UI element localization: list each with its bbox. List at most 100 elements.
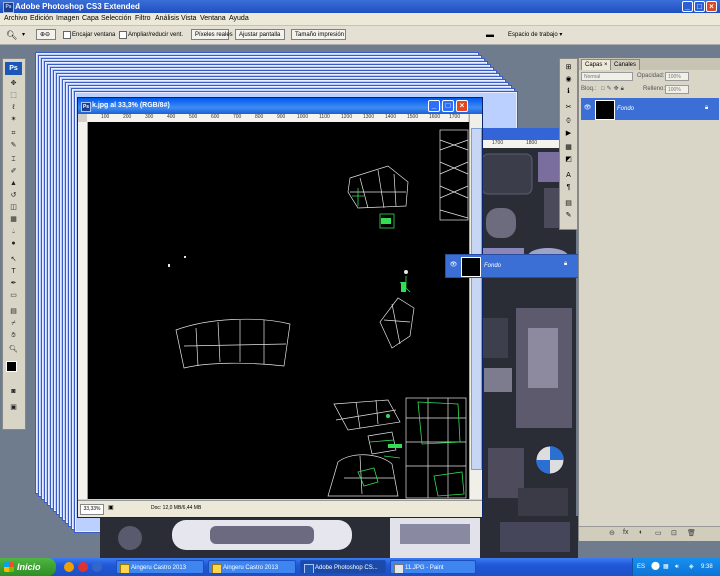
actions-icon[interactable]: ▶ [563, 129, 574, 139]
document-vertical-scrollbar[interactable] [469, 114, 482, 499]
security-icon[interactable]: ◈ [689, 561, 694, 573]
taskbar-item-folder-1[interactable]: Aingeru Castro 2013 [116, 560, 204, 574]
brush-tool-icon[interactable]: ✐ [8, 167, 19, 176]
vertical-ruler[interactable] [78, 122, 88, 499]
menu-analisis[interactable]: Análisis [155, 13, 179, 25]
screen-mode-icon[interactable]: ▣ [8, 403, 19, 412]
foreground-color-swatch[interactable] [6, 361, 17, 372]
layer-row-fondo[interactable]: 👁︎ Fondo 🔒︎ [581, 98, 719, 120]
new-group-icon[interactable]: ▭ [655, 529, 662, 537]
document-maximize-button[interactable]: □ [442, 100, 454, 112]
minimize-button[interactable]: _ [682, 1, 693, 12]
swatches-icon[interactable]: ▦ [563, 143, 574, 153]
maximize-button[interactable]: □ [694, 1, 705, 12]
close-button[interactable]: × [706, 1, 717, 12]
layer-comps-icon[interactable]: ▤ [563, 199, 574, 209]
antivirus-icon[interactable]: ⬤ [651, 560, 660, 572]
dragged-layer-preview[interactable]: 👁︎ Fondo 🔒︎ [445, 254, 579, 278]
tools-preset-icon[interactable]: ✂ [563, 103, 574, 113]
delete-layer-icon[interactable]: 🗑 [687, 529, 696, 537]
menu-capa[interactable]: Capa [82, 13, 99, 25]
fill-field[interactable]: 100% [665, 85, 689, 94]
document-canvas[interactable] [88, 122, 469, 499]
document-size-info[interactable]: Doc: 12,0 MB/6,44 MB [151, 504, 201, 513]
app-title-bar[interactable]: Ps Adobe Photoshop CS3 Extended _ □ × [0, 0, 720, 13]
document-close-button[interactable]: × [456, 100, 468, 112]
print-size-button[interactable]: Tamaño impresión [291, 29, 346, 40]
zoom-level-field[interactable]: 33,33% [80, 504, 104, 515]
eye-icon[interactable]: 👁︎ [583, 104, 592, 113]
navigator-icon[interactable]: ⊞ [563, 63, 574, 73]
notes-tool-icon[interactable]: ▤ [8, 307, 19, 316]
zoom-in-out-icons[interactable]: ⊕⊖ [36, 29, 56, 40]
start-button[interactable]: Inicio [0, 558, 56, 576]
magic-wand-tool-icon[interactable]: ✶ [8, 115, 19, 124]
gradient-tool-icon[interactable]: ▦ [8, 215, 19, 224]
zoom-tool-icon[interactable]: 🔍︎ [6, 29, 17, 41]
quicklaunch-opera-icon[interactable] [78, 562, 88, 572]
menu-edicion[interactable]: Edición [30, 13, 53, 25]
volume-icon[interactable]: 🔊︎ [675, 561, 679, 573]
network-icon[interactable]: ▦ [663, 561, 669, 573]
clock[interactable]: 9:38 [701, 561, 713, 573]
fit-window-checkbox[interactable] [63, 31, 71, 39]
history-icon[interactable]: ⌚︎ [563, 117, 574, 127]
stamp-tool-icon[interactable]: ▲ [8, 179, 19, 188]
blend-mode-select[interactable]: Normal [581, 72, 633, 81]
menu-ventana[interactable]: Ventana [200, 13, 226, 25]
quicklaunch-browser-icon[interactable] [64, 562, 74, 572]
menu-archivo[interactable]: Archivo [4, 13, 27, 25]
menu-vista[interactable]: Vista [181, 13, 196, 25]
shape-tool-icon[interactable]: ▭ [8, 291, 19, 300]
paragraph-icon[interactable]: ¶ [563, 183, 574, 193]
eye-icon[interactable]: 👁︎ [449, 261, 458, 270]
layer-style-icon[interactable]: fx [623, 529, 628, 536]
crop-tool-icon[interactable]: ⌗ [8, 129, 19, 138]
path-selection-tool-icon[interactable]: ↖ [8, 255, 19, 264]
eyedropper-icon[interactable]: ⌿ [8, 319, 19, 328]
dodge-tool-icon[interactable]: ● [8, 239, 19, 248]
healing-brush-tool-icon[interactable]: ⌶ [8, 155, 19, 164]
menu-seleccion[interactable]: Selección [101, 13, 131, 25]
status-menu-icon[interactable]: ▣ [108, 504, 114, 511]
fit-screen-button[interactable]: Ajustar pantalla [235, 29, 285, 40]
workspace-icon[interactable]: ▬ [486, 29, 494, 41]
quick-mask-icon[interactable]: ◙ [8, 387, 19, 396]
brushes-icon[interactable]: ✎ [563, 211, 574, 221]
document-title-bar[interactable]: Ps k.jpg al 33,3% (RGB/8#) _ □ × [78, 98, 482, 114]
document-minimize-button[interactable]: _ [428, 100, 440, 112]
character-icon[interactable]: A [563, 171, 574, 181]
taskbar-item-folder-2[interactable]: Aingeru Castro 2013 [208, 560, 296, 574]
adjustment-layer-icon[interactable]: ◐ [639, 529, 643, 536]
menu-imagen[interactable]: Imagen [56, 13, 79, 25]
move-tool-icon[interactable]: ✥ [8, 79, 19, 88]
tab-channels[interactable]: Canales [610, 59, 641, 70]
type-tool-icon[interactable]: T [8, 267, 19, 276]
blur-tool-icon[interactable]: 💧︎ [8, 227, 19, 236]
scrollbar-thumb[interactable] [471, 128, 482, 470]
tab-layers[interactable]: Capas × [581, 59, 612, 70]
menu-ayuda[interactable]: Ayuda [229, 13, 249, 25]
history-brush-tool-icon[interactable]: ↺ [8, 191, 19, 200]
lock-options-icons[interactable]: □✎✥🔒︎ [601, 84, 626, 95]
zoom-tool-icon[interactable]: 🔍︎ [8, 345, 19, 354]
menu-filtro[interactable]: Filtro [135, 13, 151, 25]
resize-window-checkbox[interactable] [119, 31, 127, 39]
language-indicator[interactable]: ES [637, 561, 645, 573]
link-layers-icon[interactable]: ⊝ [609, 529, 615, 537]
pen-tool-icon[interactable]: ✒ [8, 279, 19, 288]
lasso-tool-icon[interactable]: ℓ [8, 103, 19, 112]
styles-icon[interactable]: ◩ [563, 155, 574, 165]
document-window[interactable]: Ps k.jpg al 33,3% (RGB/8#) _ □ × 100 200… [77, 97, 483, 518]
marquee-tool-icon[interactable]: ⬚ [8, 91, 19, 100]
eraser-tool-icon[interactable]: ◫ [8, 203, 19, 212]
taskbar-item-photoshop[interactable]: Adobe Photoshop CS... [300, 560, 386, 574]
new-layer-icon[interactable]: ⊡ [671, 529, 677, 537]
actual-pixels-button[interactable]: Píxeles reales [191, 29, 233, 40]
quicklaunch-media-icon[interactable] [92, 562, 102, 572]
eyedropper-tool-icon[interactable]: ✎ [8, 141, 19, 150]
taskbar-item-paint[interactable]: 11.JPG - Paint [390, 560, 476, 574]
hand-tool-icon[interactable]: ✋︎ [8, 331, 19, 340]
workspace-menu[interactable]: Espacio de trabajo ▾ [508, 29, 562, 41]
chevron-down-icon[interactable]: ▾ [22, 29, 25, 41]
